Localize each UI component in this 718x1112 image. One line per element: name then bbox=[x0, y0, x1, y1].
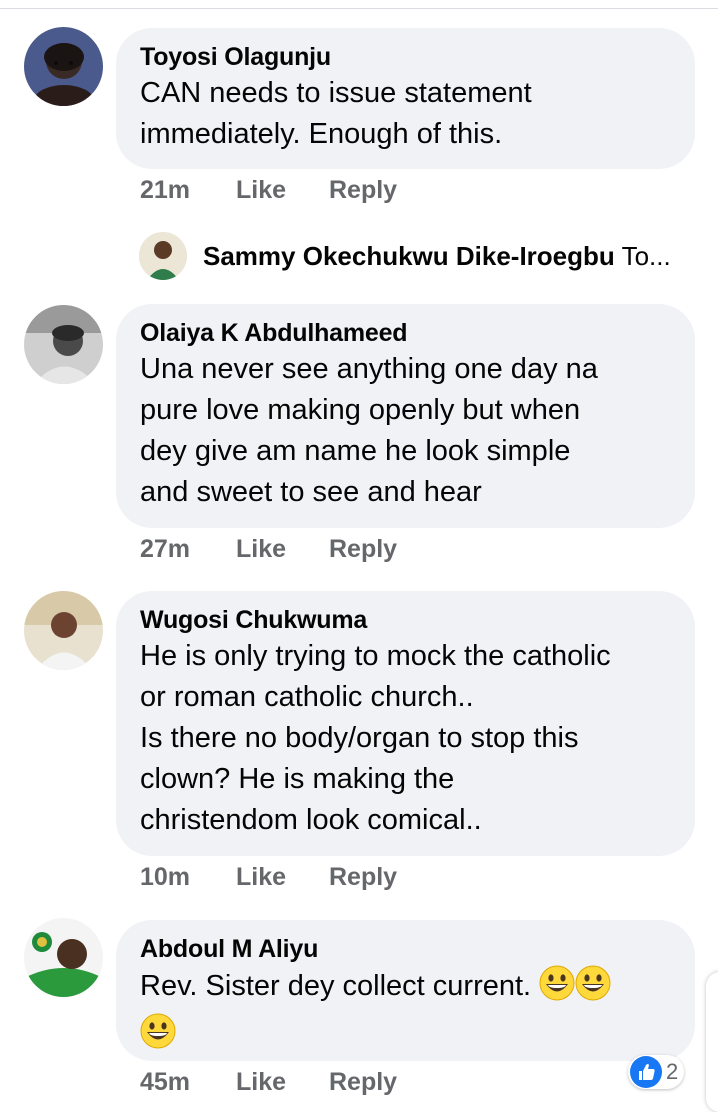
comment-bubble: Wugosi Chukwuma He is only trying to moc… bbox=[116, 591, 695, 856]
reply-snippet: To... bbox=[621, 241, 671, 271]
like-button[interactable]: Like bbox=[236, 174, 286, 206]
comment-time[interactable]: 21m bbox=[140, 174, 190, 206]
comment-text: He is only trying to mock the catholic o… bbox=[140, 640, 611, 836]
comment-bubble: Abdoul M Aliyu Rev. Sister dey collect c… bbox=[116, 920, 695, 1061]
reply-preview-text: Sammy Okechukwu Dike-Iroegbu To... bbox=[203, 240, 671, 272]
avatar[interactable] bbox=[24, 591, 103, 670]
like-button[interactable]: Like bbox=[236, 533, 286, 565]
comment-text: Una never see anything one day na pure l… bbox=[140, 353, 598, 508]
reply-button[interactable]: Reply bbox=[329, 174, 397, 206]
like-button[interactable]: Like bbox=[236, 1066, 286, 1098]
comment-author[interactable]: Toyosi Olagunju bbox=[140, 42, 673, 72]
like-icon bbox=[630, 1056, 662, 1088]
reply-button[interactable]: Reply bbox=[329, 533, 397, 565]
grinning-face-icon bbox=[575, 965, 611, 1013]
reaction-count: 2 bbox=[666, 1059, 679, 1084]
avatar[interactable] bbox=[24, 918, 103, 997]
reply-avatar bbox=[139, 232, 187, 280]
comment-time[interactable]: 27m bbox=[140, 533, 190, 565]
comment-bubble: Toyosi Olagunju CAN needs to issue state… bbox=[116, 28, 695, 169]
comment-author[interactable]: Wugosi Chukwuma bbox=[140, 605, 673, 635]
comment-time[interactable]: 10m bbox=[140, 861, 190, 893]
comment-bubble: Olaiya K Abdulhameed Una never see anyth… bbox=[116, 304, 695, 528]
reply-button[interactable]: Reply bbox=[329, 1066, 397, 1098]
comment-text: CAN needs to issue statement immediately… bbox=[140, 77, 532, 150]
reply-button[interactable]: Reply bbox=[329, 861, 397, 893]
reply-author[interactable]: Sammy Okechukwu Dike-Iroegbu bbox=[203, 241, 615, 271]
grinning-face-icon bbox=[539, 965, 575, 1013]
avatar[interactable] bbox=[24, 27, 103, 106]
reply-preview[interactable]: Sammy Okechukwu Dike-Iroegbu To... bbox=[139, 232, 699, 280]
comment-author[interactable]: Olaiya K Abdulhameed bbox=[140, 318, 673, 348]
comment-time[interactable]: 45m bbox=[140, 1066, 190, 1098]
grinning-face-icon bbox=[140, 1013, 176, 1061]
reaction-summary[interactable]: 2 bbox=[628, 1055, 684, 1089]
comment-author[interactable]: Abdoul M Aliyu bbox=[140, 934, 673, 964]
side-panel-edge bbox=[706, 972, 718, 1112]
comment-text-content: Rev. Sister dey collect current. bbox=[140, 970, 532, 1002]
like-button[interactable]: Like bbox=[236, 861, 286, 893]
top-divider bbox=[0, 8, 718, 9]
avatar[interactable] bbox=[24, 305, 103, 384]
comment-text: Rev. Sister dey collect current. bbox=[140, 965, 673, 1061]
